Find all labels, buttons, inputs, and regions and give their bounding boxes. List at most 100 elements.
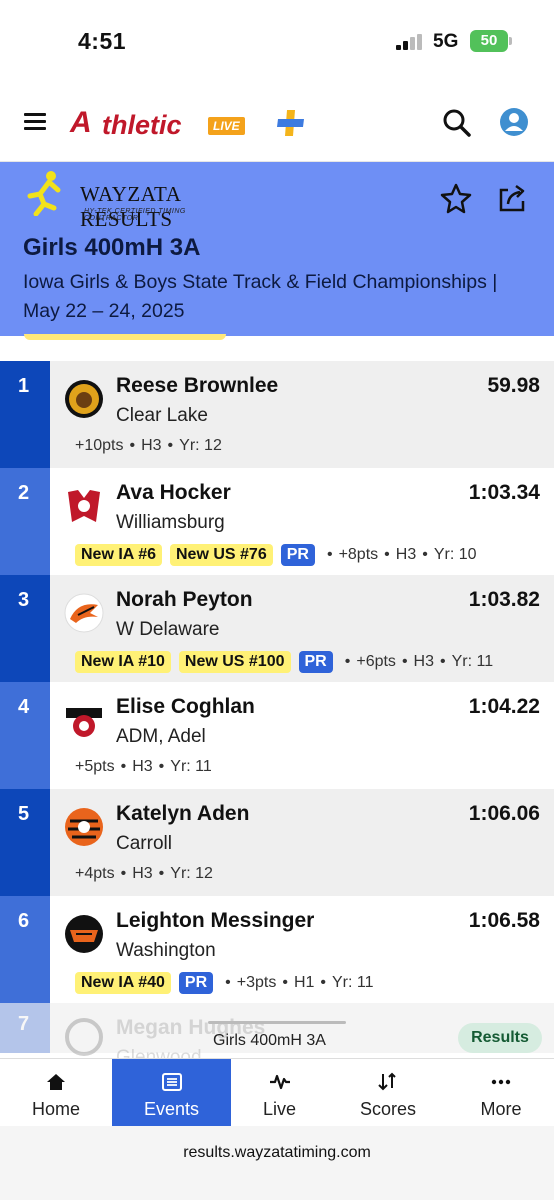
- event-banner: WAYZATA RESULTS HY-TEK CERTIFIED TIMING …: [0, 162, 554, 336]
- result-meta: New IA #40 PR • +3pts • H1 • Yr: 11: [75, 972, 374, 994]
- state-rank-badge: New IA #40: [75, 972, 171, 994]
- result-meta: New IA #10 New US #100 PR • +6pts • H3 • Yr…: [75, 651, 493, 673]
- tab-more[interactable]: More: [448, 1059, 554, 1127]
- sort-icon: [378, 1072, 396, 1091]
- drag-handle[interactable]: [208, 1021, 346, 1024]
- star-icon[interactable]: [440, 182, 472, 214]
- tab-home[interactable]: Home: [0, 1059, 112, 1127]
- result-meta: +10pts • H3 • Yr: 12: [75, 437, 222, 454]
- heat: H3: [132, 758, 153, 775]
- table-row[interactable]: 2 Ava Hocker Williamsburg 1:03.34 New IA…: [0, 468, 554, 575]
- points: +3pts: [236, 974, 277, 991]
- profile-icon[interactable]: [499, 107, 529, 137]
- results-list: 1 Reese Brownlee Clear Lake 59.98 +10pts…: [0, 361, 554, 1068]
- result-mark: 1:03.34: [468, 481, 540, 504]
- tab-label: More: [480, 1099, 522, 1119]
- signal-icon: [396, 34, 424, 50]
- athletic-live-logo[interactable]: A thletic LIVE: [70, 106, 260, 140]
- team-logo-icon: [66, 708, 102, 737]
- team-name[interactable]: W Delaware: [116, 619, 219, 641]
- provider-name: WAYZATA RESULTS: [80, 182, 181, 231]
- result-mark: 1:06.06: [468, 802, 540, 825]
- heat: H3: [395, 546, 417, 563]
- table-row[interactable]: 3 Norah Peyton W Delaware 1:03.82 New IA…: [0, 575, 554, 682]
- team-name[interactable]: Washington: [116, 940, 216, 962]
- team-name[interactable]: ADM, Adel: [116, 726, 206, 748]
- team-logo-icon: [65, 915, 103, 953]
- result-meta: +4pts • H3 • Yr: 12: [75, 865, 213, 882]
- logo-text: thletic: [102, 110, 182, 140]
- table-row[interactable]: 4 Elise Coghlan ADM, Adel 1:04.22 +5pts •…: [0, 682, 554, 789]
- year: Yr: 11: [170, 758, 212, 775]
- tab-label: Events: [143, 1099, 200, 1119]
- place-number: 4: [0, 682, 50, 789]
- athlete-name[interactable]: Ava Hocker: [116, 481, 231, 505]
- tab-live[interactable]: Live: [231, 1059, 328, 1127]
- more-icon: [491, 1079, 511, 1085]
- place-number: 1: [0, 361, 50, 468]
- tab-label: Scores: [359, 1099, 417, 1119]
- status-time: 4:51: [78, 28, 127, 54]
- athlete-name[interactable]: Norah Peyton: [116, 588, 253, 612]
- team-name[interactable]: Clear Lake: [116, 405, 208, 427]
- plus-icon[interactable]: [276, 108, 306, 138]
- heat: H3: [413, 653, 434, 670]
- runner-icon: [27, 171, 61, 217]
- tab-label: Live: [262, 1099, 297, 1119]
- battery-tip: [509, 37, 512, 45]
- place-number: 2: [0, 468, 50, 575]
- list-icon: [161, 1073, 182, 1091]
- battery-icon: 50: [470, 30, 508, 52]
- pulse-icon: [269, 1074, 290, 1090]
- result-mark: 59.98: [487, 374, 540, 397]
- state-rank-badge: New IA #6: [75, 544, 162, 566]
- points: +8pts: [338, 546, 379, 563]
- status-bar: 4:51 5G 50: [0, 0, 554, 80]
- heat: H3: [141, 437, 162, 454]
- meet-name: Iowa Girls & Boys State Track & Field Ch…: [23, 271, 498, 322]
- year: Yr: 12: [170, 865, 213, 882]
- heat: H1: [293, 974, 315, 991]
- athlete-name[interactable]: Leighton Messinger: [116, 909, 314, 933]
- year: Yr: 10: [433, 546, 477, 563]
- points: +6pts: [356, 653, 396, 670]
- browser-url-bar[interactable]: results.wayzatatiming.com: [0, 1126, 554, 1200]
- athlete-name[interactable]: Elise Coghlan: [116, 695, 255, 719]
- place-number: 3: [0, 575, 50, 682]
- results-button[interactable]: Results: [458, 1023, 542, 1053]
- menu-icon[interactable]: [24, 113, 46, 131]
- state-rank-badge: New IA #10: [75, 651, 171, 673]
- team-name[interactable]: Carroll: [116, 833, 172, 855]
- athlete-name[interactable]: Katelyn Aden: [116, 802, 249, 826]
- url-text[interactable]: results.wayzatatiming.com: [0, 1144, 554, 1162]
- now-viewing-bar[interactable]: Girls 400mH 3A Results: [0, 1012, 554, 1058]
- year: Yr: 11: [451, 653, 494, 670]
- place-number: 5: [0, 789, 50, 896]
- table-row[interactable]: 6 Leighton Messinger Washington 1:06.58 …: [0, 896, 554, 1003]
- national-rank-badge: New US #100: [178, 651, 291, 673]
- team-logo-icon: [68, 490, 100, 522]
- result-mark: 1:06.58: [468, 909, 540, 932]
- result-meta: +5pts • H3 • Yr: 11: [75, 758, 212, 775]
- share-icon[interactable]: [496, 182, 528, 214]
- bottom-tab-bar: Home Events Live Scores More: [0, 1058, 554, 1127]
- points: +10pts: [75, 437, 124, 454]
- tab-events[interactable]: Events: [112, 1059, 231, 1127]
- result-mark: 1:03.82: [468, 588, 540, 611]
- team-name[interactable]: Williamsburg: [116, 512, 225, 534]
- tab-scores[interactable]: Scores: [328, 1059, 448, 1127]
- network-type: 5G: [433, 31, 459, 52]
- year: Yr: 11: [332, 974, 374, 991]
- team-logo-icon: [65, 808, 103, 846]
- athlete-name[interactable]: Reese Brownlee: [116, 374, 278, 398]
- wayzata-results-logo: WAYZATA RESULTS HY-TEK CERTIFIED TIMING …: [24, 170, 224, 231]
- pr-badge: PR: [178, 972, 214, 994]
- table-row[interactable]: 1 Reese Brownlee Clear Lake 59.98 +10pts…: [0, 361, 554, 468]
- search-icon[interactable]: [442, 108, 472, 138]
- provider-tagline: HY-TEK CERTIFIED TIMING CONTRACTOR: [84, 208, 186, 222]
- place-number: 6: [0, 896, 50, 1003]
- points: +4pts: [75, 865, 115, 882]
- logo-a: A: [70, 106, 92, 139]
- table-row[interactable]: 5 Katelyn Aden Carroll 1:06.06 +4pts • H3…: [0, 789, 554, 896]
- result-mark: 1:04.22: [468, 695, 540, 718]
